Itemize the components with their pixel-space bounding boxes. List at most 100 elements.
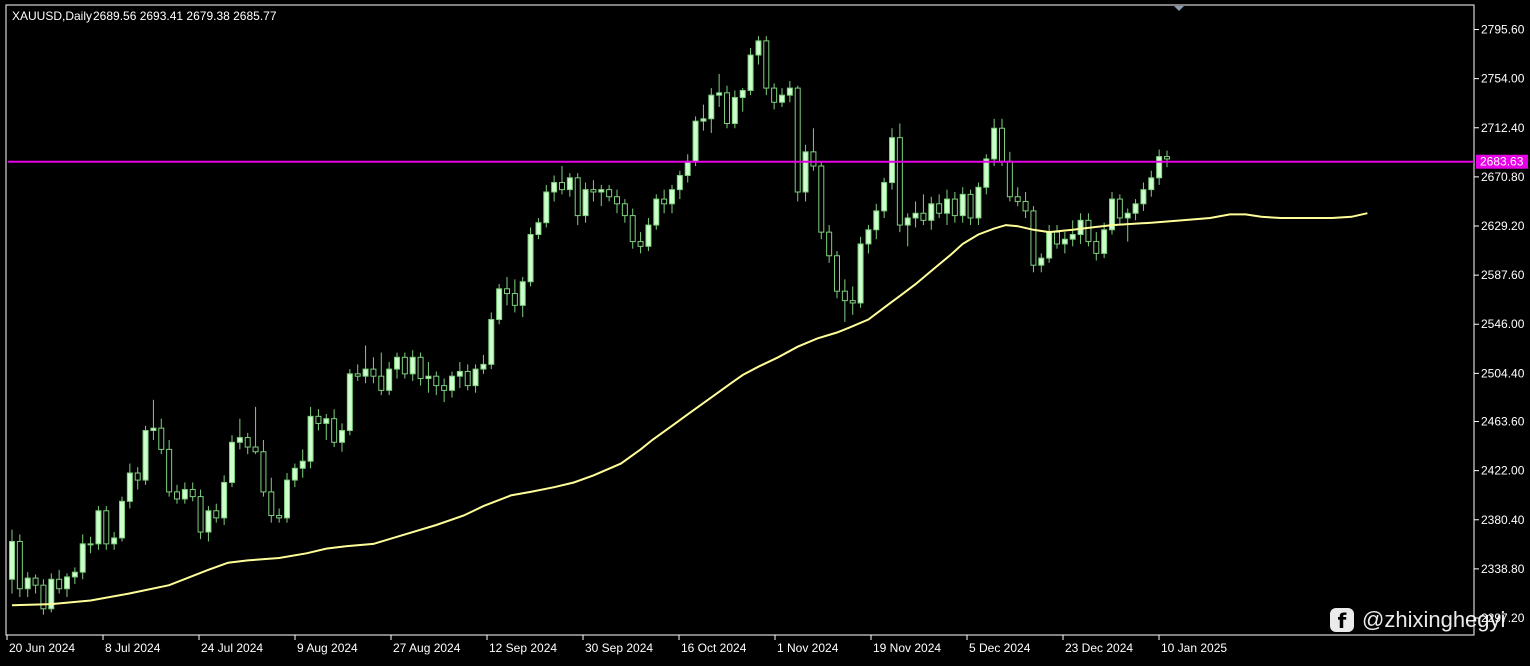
candle-body <box>543 191 550 224</box>
candle-body <box>653 198 660 226</box>
candle-body <box>582 189 589 217</box>
candle-body <box>771 87 778 103</box>
candle-body <box>834 255 840 292</box>
candle-body <box>590 189 597 193</box>
candle-body <box>299 460 306 469</box>
candle-body <box>229 441 235 483</box>
candle-body <box>904 217 911 226</box>
candle-body <box>236 437 243 443</box>
candle-body <box>307 415 314 462</box>
candle-body <box>959 193 966 217</box>
candle-body <box>346 373 353 432</box>
candle-body <box>1069 234 1076 240</box>
candle-body <box>378 375 385 391</box>
candle-body <box>511 293 518 306</box>
candle-body <box>119 500 125 539</box>
ohlc-values: 2689.56 2693.41 2679.38 2685.77 <box>93 9 277 23</box>
candle-body <box>999 127 1005 162</box>
candle-body <box>865 229 872 245</box>
candle-body <box>370 368 377 377</box>
candle-body <box>551 182 558 193</box>
candle-body <box>181 489 188 500</box>
candle-body <box>401 356 408 375</box>
candle-body <box>519 281 526 306</box>
candle-body <box>488 319 495 365</box>
candle-body <box>386 368 393 391</box>
candle-body <box>716 92 723 96</box>
candle-body <box>1061 238 1068 245</box>
candle-body <box>1022 200 1029 212</box>
candle-body <box>818 165 825 233</box>
price-tick-label: 2629.20 <box>1481 219 1525 233</box>
candlestick-chart[interactable]: 2683.63 2795.60 2754.00 2712.40 2670.80 2629… <box>0 0 1530 661</box>
candle-body <box>150 427 157 432</box>
candle-body <box>1148 177 1155 191</box>
candle-body <box>928 203 935 221</box>
price-line-label: 2683.63 <box>1480 155 1524 169</box>
candle-body <box>244 437 251 448</box>
candle-body <box>496 288 503 321</box>
time-tick-label: 24 Jul 2024 <box>201 641 263 655</box>
candle-body <box>669 189 675 205</box>
candle-body <box>409 356 416 375</box>
price-tick-label: 2587.60 <box>1481 268 1525 282</box>
time-tick-label: 9 Aug 2024 <box>297 641 358 655</box>
candle-body <box>881 182 888 212</box>
candle-body <box>1006 160 1013 198</box>
candle-body <box>975 186 982 219</box>
candle-body <box>951 198 958 217</box>
candle-body <box>566 177 573 191</box>
candle-body <box>621 203 628 217</box>
time-tick-label: 8 Jul 2024 <box>105 641 161 655</box>
price-tick-label: 2422.00 <box>1481 464 1525 478</box>
candle-body <box>103 510 110 545</box>
candle-body <box>983 158 990 188</box>
price-tick-label: 2380.40 <box>1481 513 1525 527</box>
candle-body <box>362 368 369 377</box>
candle-body <box>637 241 644 247</box>
price-tick-label: 2795.60 <box>1481 23 1525 37</box>
candle-body <box>323 418 330 424</box>
candle-body <box>480 363 487 370</box>
candle-body <box>755 40 762 56</box>
candle-body <box>786 87 793 96</box>
candle-body <box>763 40 770 89</box>
candle-body <box>449 375 455 391</box>
watermark-text: @zhixinghegyi <box>1362 607 1506 632</box>
candle-body <box>464 370 471 387</box>
candle-body <box>339 430 345 443</box>
candle-body <box>739 89 746 99</box>
candle-body <box>1140 189 1147 205</box>
candle-body <box>645 224 652 247</box>
facebook-icon: f <box>1330 608 1354 633</box>
chart[interactable]: 2683.63 2795.60 2754.00 2712.40 2670.80 2629… <box>0 0 1530 661</box>
candle-body <box>56 578 63 590</box>
price-tick-label: 2546.00 <box>1481 317 1525 331</box>
candle-body <box>174 491 180 500</box>
candle-body <box>794 87 801 193</box>
candle-body <box>284 479 290 519</box>
candle-body <box>394 356 400 370</box>
candle-body <box>944 198 950 214</box>
price-tick-label: 2504.40 <box>1481 366 1525 380</box>
candle-body <box>472 368 479 387</box>
candle-body <box>1124 212 1131 219</box>
candle-body <box>606 189 613 198</box>
time-tick-label: 5 Dec 2024 <box>969 641 1031 655</box>
candle-body <box>692 120 699 162</box>
time-tick-label: 1 Nov 2024 <box>777 641 839 655</box>
price-tick-label: 2670.80 <box>1481 170 1525 184</box>
candle-body <box>126 472 133 502</box>
candle-body <box>873 210 880 231</box>
candle-body <box>315 415 322 424</box>
candle-body <box>71 571 78 578</box>
candle-body <box>79 543 86 573</box>
candle-body <box>889 137 895 184</box>
price-tick-label: 2712.40 <box>1481 121 1525 135</box>
candle-body <box>614 196 620 205</box>
time-tick-label: 16 Oct 2024 <box>681 641 747 655</box>
candle-body <box>221 481 228 519</box>
candle-body <box>920 212 927 221</box>
candle-body <box>9 540 15 580</box>
candle-body <box>276 515 283 519</box>
